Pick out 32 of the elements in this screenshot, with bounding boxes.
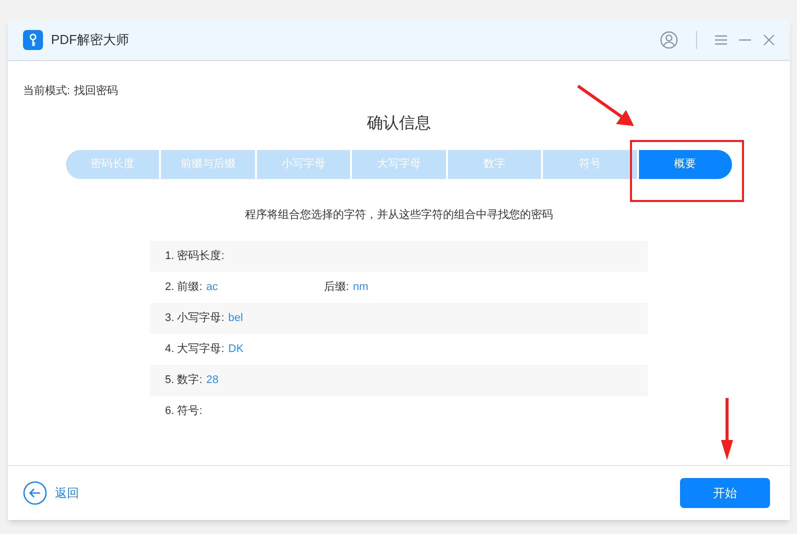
step-tab[interactable]: 概要	[638, 150, 732, 178]
step-tab[interactable]: 小写字母	[256, 150, 350, 178]
summary-value: 28	[206, 373, 219, 388]
menu-icon[interactable]	[715, 34, 727, 46]
back-button[interactable]: 返回	[23, 481, 79, 505]
step-tab[interactable]: 密码长度	[66, 150, 160, 178]
description-text: 程序将组合您选择的字符，并从这些字符的组合中寻找您的密码	[245, 208, 553, 222]
step-tab[interactable]: 大写字母	[352, 150, 446, 178]
mode-value: 找回密码	[74, 84, 118, 99]
summary-label: 6. 符号:	[165, 404, 202, 420]
close-icon[interactable]	[763, 34, 775, 46]
summary-value: bel	[228, 311, 243, 326]
step-tab[interactable]: 前缀与后缀	[161, 150, 255, 178]
start-button[interactable]: 开始	[680, 478, 770, 508]
summary-label: 2. 前缀:	[165, 280, 202, 296]
app-logo-icon	[23, 30, 43, 50]
pointer-arrow	[719, 398, 735, 460]
step-tab[interactable]: 符号	[543, 150, 637, 178]
account-icon[interactable]	[660, 31, 678, 49]
summary-label: 后缀:	[324, 280, 349, 296]
page-heading: 确认信息	[367, 114, 431, 134]
window-title: PDF解密大师	[51, 31, 129, 50]
summary-value: DK	[228, 342, 244, 358]
summary-value: ac	[206, 280, 218, 296]
step-tab[interactable]: 数字	[448, 150, 542, 178]
summary-label: 1. 密码长度:	[165, 248, 224, 264]
summary-label: 5. 数字:	[165, 372, 202, 388]
mode-label: 当前模式:	[23, 84, 70, 99]
pointer-arrow	[576, 84, 636, 128]
summary-label: 3. 小写字母:	[165, 310, 224, 326]
summary-label: 4. 大写字母:	[165, 342, 224, 358]
summary-value: nm	[352, 280, 368, 296]
